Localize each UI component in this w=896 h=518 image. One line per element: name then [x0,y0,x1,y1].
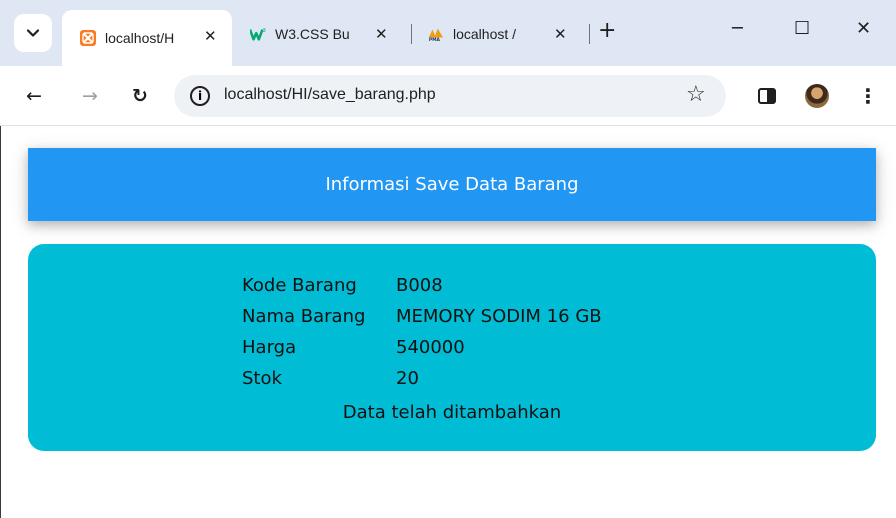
field-label: Kode Barang [242,275,357,296]
page-title: Informasi Save Data Barang [325,174,579,195]
window-close-icon[interactable]: ✕ [856,18,871,39]
field-label: Harga [242,337,297,358]
page-content: Informasi Save Data Barang Kode Barang B… [0,126,896,518]
close-icon[interactable]: ✕ [204,27,217,45]
status-message: Data telah ditambahkan [342,402,562,423]
address-bar[interactable]: i localhost/HI/save_barang.php ☆ [174,75,726,117]
profile-avatar[interactable] [805,84,829,108]
xampp-icon [80,30,96,46]
tab-search-button[interactable] [14,14,52,52]
field-value: B008 [396,275,443,296]
more-menu-icon[interactable]: ⋮ [858,84,878,108]
chevron-down-icon [26,29,40,37]
tab-phpmyadmin[interactable]: PMA localhost / ✕ [412,12,588,56]
field-value: MEMORY SODIM 16 GB [396,306,602,327]
svg-text:PMA: PMA [429,37,441,42]
svg-text:3: 3 [262,28,265,34]
page-header: Informasi Save Data Barang [28,148,876,221]
field-label: Nama Barang [242,306,366,327]
tab-w3css[interactable]: 3 W3.CSS Bu ✕ [232,12,410,56]
tab-xampp[interactable]: localhost/H ✕ [62,10,232,66]
tab-title: localhost/H [105,30,175,46]
url-text[interactable]: localhost/HI/save_barang.php [224,86,436,104]
data-table: Kode Barang B008 Nama Barang MEMORY SODI… [242,270,606,394]
forward-arrow-icon[interactable]: → [78,84,102,108]
reload-icon[interactable]: ↻ [128,84,152,108]
minimize-icon[interactable]: ─ [732,18,743,39]
maximize-icon[interactable]: ☐ [794,18,810,39]
tab-title: W3.CSS Bu [275,26,350,42]
tab-separator [589,24,590,44]
tab-strip: localhost/H ✕ 3 W3.CSS Bu ✕ PMA localhos… [0,0,896,66]
info-panel: Kode Barang B008 Nama Barang MEMORY SODI… [28,244,876,451]
phpmyadmin-icon: PMA [428,26,444,42]
close-icon[interactable]: ✕ [554,25,567,43]
side-panel-icon[interactable] [758,88,776,104]
back-arrow-icon[interactable]: ← [22,84,46,108]
site-info-icon[interactable]: i [190,86,210,106]
close-icon[interactable]: ✕ [375,25,388,43]
table-row: Stok 20 [242,363,606,394]
table-row: Nama Barang MEMORY SODIM 16 GB [242,301,606,332]
field-label: Stok [242,368,282,389]
bookmark-star-icon[interactable]: ☆ [686,82,706,107]
new-tab-plus-icon[interactable]: + [598,18,616,43]
browser-toolbar: ← → ↻ i localhost/HI/save_barang.php ☆ ⋮ [0,66,896,126]
table-row: Harga 540000 [242,332,606,363]
tab-title: localhost / [453,26,517,42]
field-value: 20 [396,368,419,389]
table-row: Kode Barang B008 [242,270,606,301]
w3schools-icon: 3 [250,26,266,42]
field-value: 540000 [396,337,465,358]
